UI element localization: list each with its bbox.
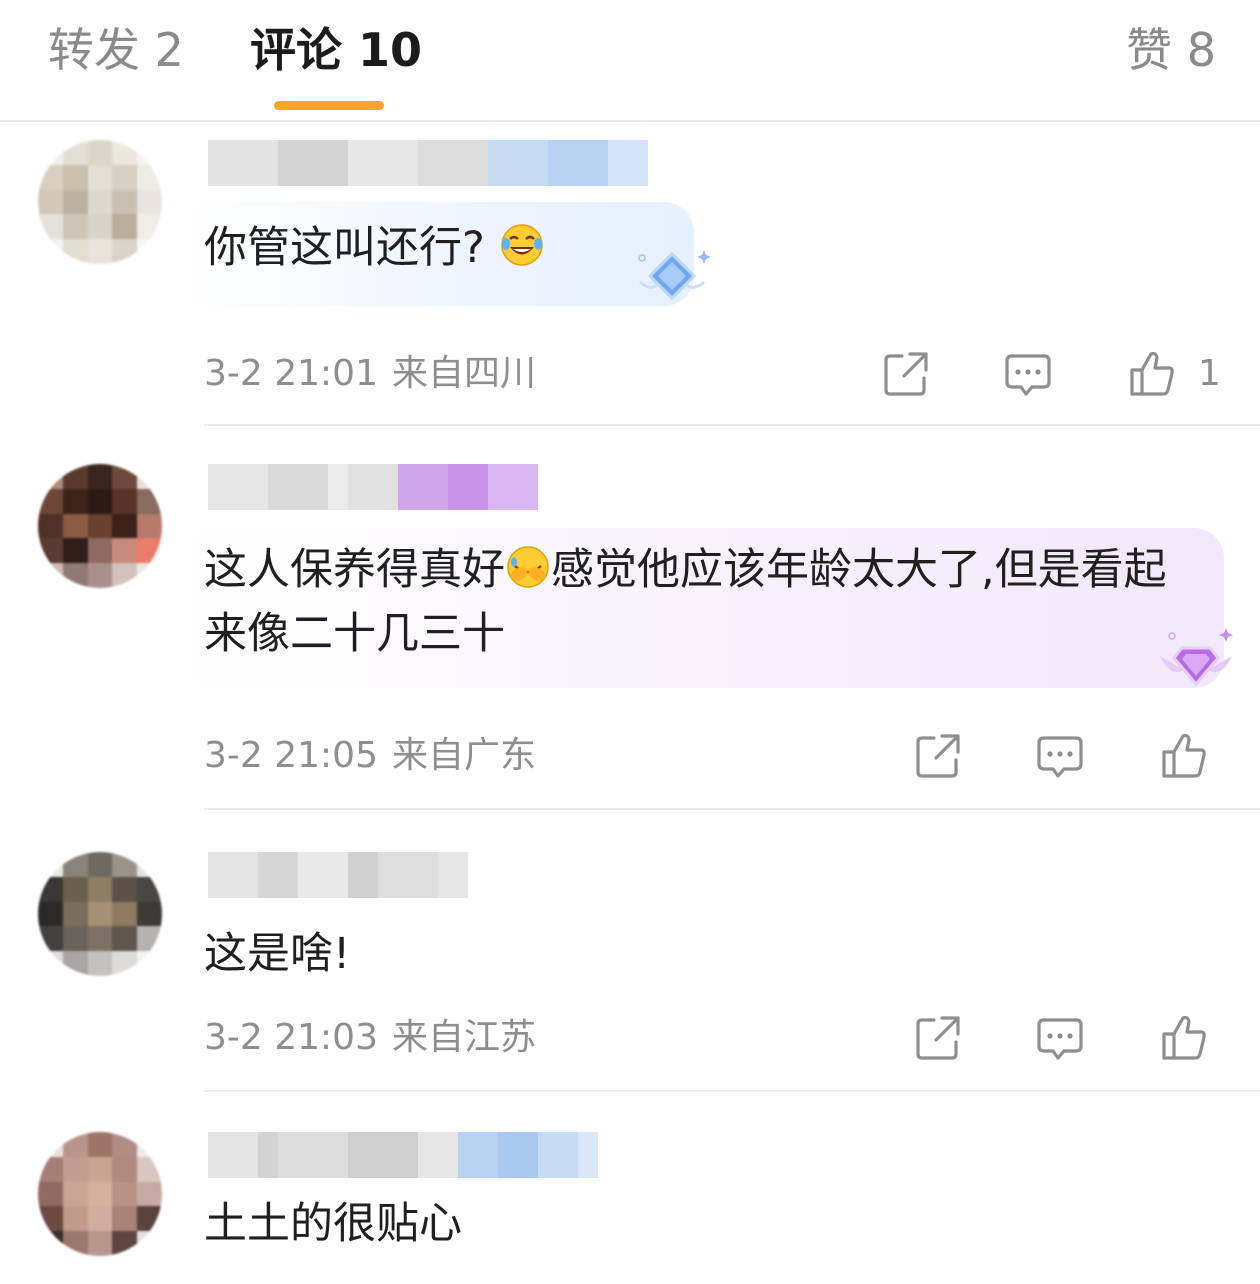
comment-text: 这人保养得真好 感觉他应该年龄太大了,但是看起来像二十几三十	[204, 538, 1204, 666]
comment-location: 来自江苏	[392, 1017, 537, 1058]
comment-item: 土土的很贴心	[0, 1092, 1260, 1284]
comment-meta: 3-2 21:01 来自四川	[204, 352, 536, 396]
avatar[interactable]	[38, 464, 162, 588]
username-blurred[interactable]	[208, 1132, 598, 1178]
laughing-tears-emoji	[499, 222, 545, 268]
tab-comments[interactable]: 评论 10	[250, 22, 422, 78]
share-button[interactable]	[912, 1012, 964, 1064]
username-blurred[interactable]	[208, 852, 468, 898]
comment-meta: 3-2 21:05 来自广东	[204, 734, 536, 778]
comment-time: 3-2 21:05	[204, 735, 378, 776]
reply-button[interactable]	[1034, 1012, 1086, 1064]
divider	[204, 424, 1260, 426]
tab-repost[interactable]: 转发 2	[48, 22, 184, 78]
tab-bar: 转发 2 评论 10 赞 8	[0, 0, 1260, 122]
comment-meta: 3-2 21:03 来自江苏	[204, 1016, 536, 1060]
active-tab-indicator	[274, 101, 384, 110]
avatar[interactable]	[38, 140, 162, 264]
comment-time: 3-2 21:01	[204, 353, 378, 394]
comment-text: 你管这叫还行?	[204, 216, 545, 280]
covering-face-emoji	[505, 544, 551, 590]
comment-text: 土土的很贴心	[204, 1199, 462, 1249]
like-button[interactable]	[1126, 348, 1178, 400]
comment-location: 来自广东	[392, 735, 537, 776]
reply-button[interactable]	[1002, 348, 1054, 400]
comment-location: 来自四川	[392, 353, 537, 394]
comment-icon	[1037, 736, 1083, 778]
avatar[interactable]	[38, 852, 162, 976]
comment-time: 3-2 21:03	[204, 1017, 378, 1058]
thumbs-up-icon	[1162, 1015, 1206, 1060]
thumbs-up-icon	[1162, 733, 1206, 778]
avatar[interactable]	[38, 1132, 162, 1256]
thumbs-up-icon	[1130, 351, 1174, 396]
username-blurred[interactable]	[208, 464, 538, 510]
like-button[interactable]	[1158, 730, 1210, 782]
like-count: 1	[1198, 353, 1221, 394]
share-button[interactable]	[880, 348, 932, 400]
comment-icon	[1005, 354, 1051, 396]
comment-item: 这是啥! 3-2 21:03 来自江苏	[0, 810, 1260, 1092]
comment-item: 这人保养得真好 感觉他应该年龄太大了,但是看起来像二十几三十 3-2 21:05 来…	[0, 428, 1260, 810]
comment-icon	[1037, 1018, 1083, 1060]
share-button[interactable]	[912, 730, 964, 782]
comment-text: 这是啥!	[204, 929, 351, 979]
username-blurred[interactable]	[208, 140, 648, 186]
like-button[interactable]	[1158, 1012, 1210, 1064]
comment-text-content: 这人保养得真好	[204, 545, 505, 595]
tab-likes[interactable]: 赞 8	[1126, 22, 1216, 78]
comment-text-content: 你管这叫还行?	[204, 223, 485, 273]
blue-diamond-badge	[632, 246, 712, 310]
comment-item: 你管这叫还行? 3-2 21:01 来自四川 1	[0, 122, 1260, 428]
reply-button[interactable]	[1034, 730, 1086, 782]
